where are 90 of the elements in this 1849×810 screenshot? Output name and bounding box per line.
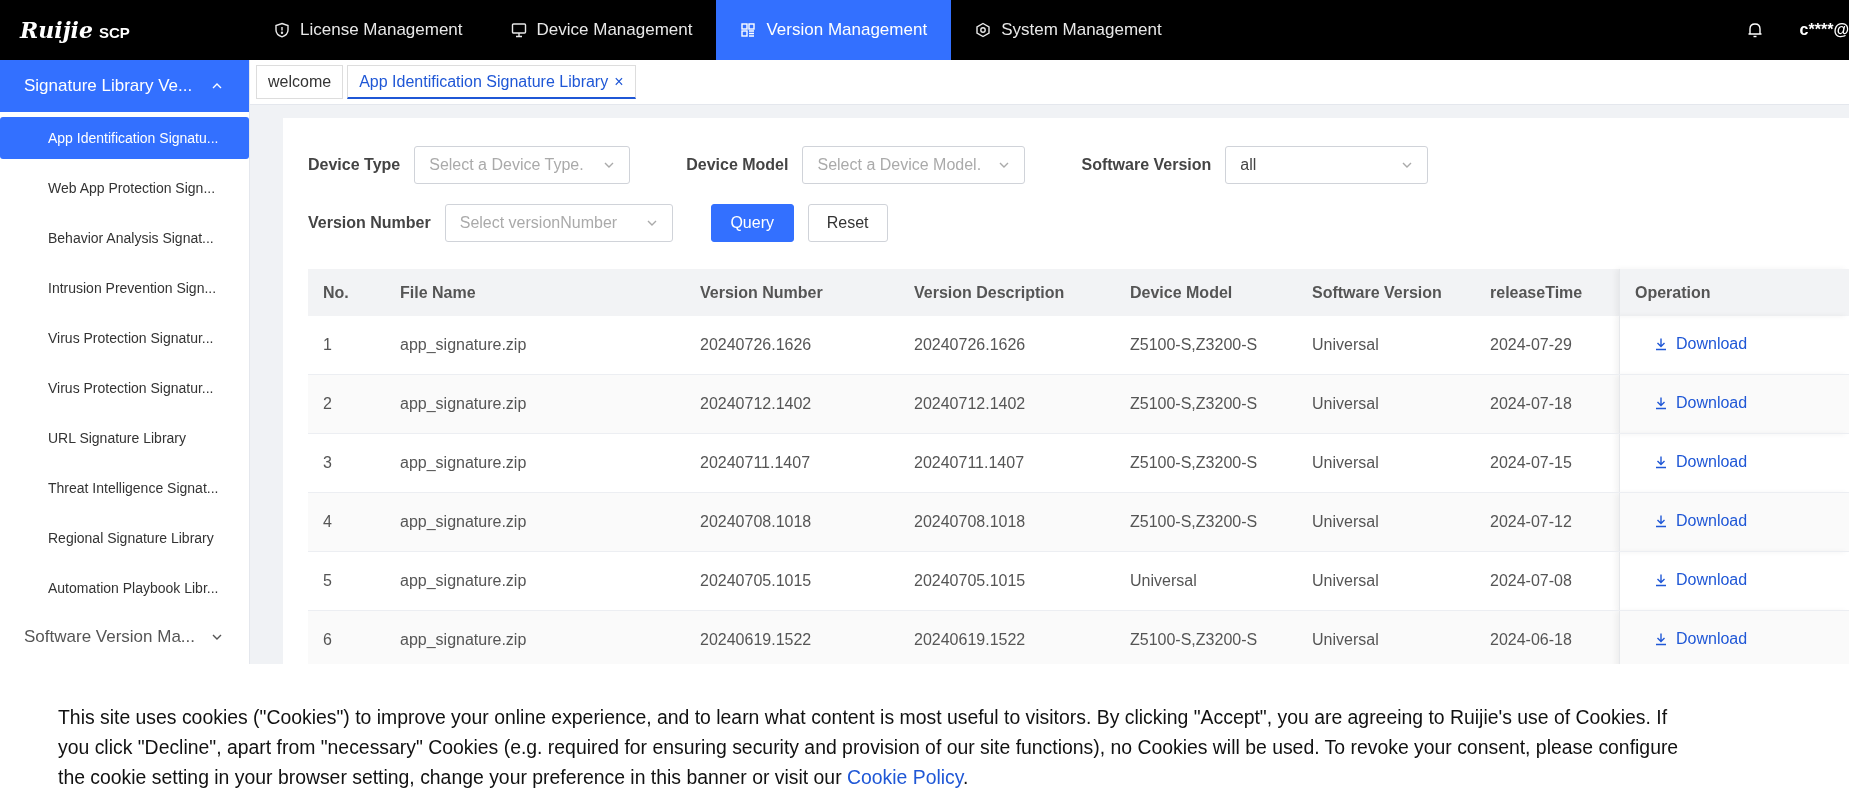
table-cell: 2024-07-29 — [1475, 316, 1620, 375]
download-link[interactable]: Download — [1636, 394, 1748, 412]
nav-tab[interactable]: License Management — [250, 0, 487, 60]
download-icon — [1654, 514, 1668, 528]
download-link[interactable]: Download — [1636, 512, 1748, 530]
column-header: releaseTime — [1475, 269, 1620, 316]
table-cell: 20240711.1407 — [899, 433, 1115, 493]
menu-item[interactable]: Intrusion Prevention Sign... — [0, 267, 249, 309]
table-cell: app_signature.zip — [385, 374, 685, 434]
nav-tab[interactable]: System Management — [951, 0, 1186, 60]
grid-icon — [740, 22, 757, 38]
table-cell: 20240705.1015 — [685, 551, 899, 611]
download-link[interactable]: Download — [1636, 571, 1748, 589]
table-cell: 4 — [308, 492, 385, 552]
logo: Ruijie — [20, 17, 93, 43]
menu-item[interactable]: Automation Playbook Libr... — [0, 567, 249, 609]
download-icon — [1654, 396, 1668, 410]
menu-item[interactable]: Virus Protection Signatur... — [0, 367, 249, 409]
table-cell: 20240705.1015 — [899, 551, 1115, 611]
nav-tab[interactable]: Version Management — [716, 0, 952, 60]
menu-item[interactable]: Web App Protection Sign... — [0, 167, 249, 209]
cookie-notice: This site uses cookies ("Cookies") to improve your online experience, and to learn what content is most useful to visitors. By clicking "Accept", you are agreeing to Ruijie's use of Cookies. If you click "Decline", apart from "necessary" Cookies (e.g. required for ensuring security and provision of our site functions), no Cookies will be used. To revoke your consent, please configure the cookie setting in your browser setting, change your preference in this banner or visit our Cookie Policy. — [58, 705, 1680, 790]
cookie-policy-link[interactable]: Cookie Policy — [847, 766, 963, 788]
download-icon — [1654, 632, 1668, 646]
select-field[interactable]: all — [1225, 146, 1429, 184]
table-cell: 1 — [308, 316, 385, 375]
table-cell: app_signature.zip — [385, 316, 685, 375]
column-header: No. — [308, 269, 385, 316]
menu-item[interactable]: Virus Protection Signatur... — [0, 317, 249, 359]
table-cell: 2024-07-12 — [1475, 492, 1620, 552]
table-cell: Z5100-S,Z3200-S — [1115, 492, 1297, 552]
download-link[interactable]: Download — [1636, 335, 1748, 353]
column-header: Version Number — [685, 269, 899, 316]
table-cell: 2024-07-15 — [1475, 433, 1620, 493]
hexagon-icon — [975, 22, 992, 38]
product-name: SCP — [98, 24, 130, 41]
table-cell: Universal — [1297, 374, 1475, 434]
download-icon — [1654, 573, 1668, 587]
page-tab[interactable]: App Identification Signature Library × — [347, 65, 636, 99]
table-cell: app_signature.zip — [385, 492, 685, 552]
user-name[interactable]: c****@ — [1799, 21, 1849, 39]
column-header: Software Version — [1297, 269, 1475, 316]
menu-group[interactable]: Signature Library Ve... — [0, 60, 249, 112]
table-cell: Z5100-S,Z3200-S — [1115, 433, 1297, 493]
table-cell: app_signature.zip — [385, 433, 685, 493]
monitor-icon — [510, 22, 527, 38]
table-cell: 20240712.1402 — [899, 374, 1115, 434]
column-header: Operation — [1619, 269, 1849, 316]
menu-item[interactable]: Behavior Analysis Signat... — [0, 217, 249, 259]
menu-item[interactable]: URL Signature Library — [0, 417, 249, 459]
download-link[interactable]: Download — [1636, 453, 1748, 471]
shield-icon — [274, 22, 290, 38]
table-cell: 20240712.1402 — [685, 374, 899, 434]
table-cell: 20240708.1018 — [899, 492, 1115, 552]
table-cell: app_signature.zip — [385, 551, 685, 611]
page-tab[interactable]: welcome — [256, 65, 344, 99]
table-cell: Z5100-S,Z3200-S — [1115, 316, 1297, 375]
nav-tab[interactable]: Device Management — [486, 0, 717, 60]
field-label: Device Type — [308, 156, 401, 174]
field-label: Software Version — [1081, 156, 1212, 174]
download-link[interactable]: Download — [1636, 630, 1748, 648]
column-header: Device Model — [1115, 269, 1297, 316]
table-cell: Universal — [1115, 551, 1297, 611]
table-cell: 2024-07-08 — [1475, 551, 1620, 611]
table-cell: 5 — [308, 551, 385, 611]
table-cell: 20240708.1018 — [685, 492, 899, 552]
field-label: Version Number — [308, 214, 431, 232]
table-cell: Universal — [1297, 433, 1475, 493]
table-cell: Universal — [1297, 492, 1475, 552]
table-cell: 3 — [308, 433, 385, 493]
download-icon — [1654, 455, 1668, 469]
table-cell: 2 — [308, 374, 385, 434]
reset-button[interactable]: Reset — [807, 204, 888, 242]
download-icon — [1654, 337, 1668, 351]
menu-item[interactable]: App Identification Signatu... — [0, 117, 249, 159]
menu-group[interactable]: Software Version Ma... — [0, 617, 249, 657]
field-label: Device Model — [686, 156, 789, 174]
column-header: Version Description — [899, 269, 1115, 316]
table-cell: 2024-07-18 — [1475, 374, 1620, 434]
table-cell: Universal — [1297, 551, 1475, 611]
table-cell: 20240711.1407 — [685, 433, 899, 493]
query-button[interactable]: Query — [710, 204, 794, 242]
table-cell: 20240726.1626 — [685, 316, 899, 375]
close-icon[interactable]: × — [614, 72, 624, 91]
menu-item[interactable]: Regional Signature Library — [0, 517, 249, 559]
column-header: File Name — [385, 269, 685, 316]
table-cell: Universal — [1297, 316, 1475, 375]
menu-item[interactable]: Threat Intelligence Signat... — [0, 467, 249, 509]
table-cell: Z5100-S,Z3200-S — [1115, 374, 1297, 434]
table-cell: 20240726.1626 — [899, 316, 1115, 375]
